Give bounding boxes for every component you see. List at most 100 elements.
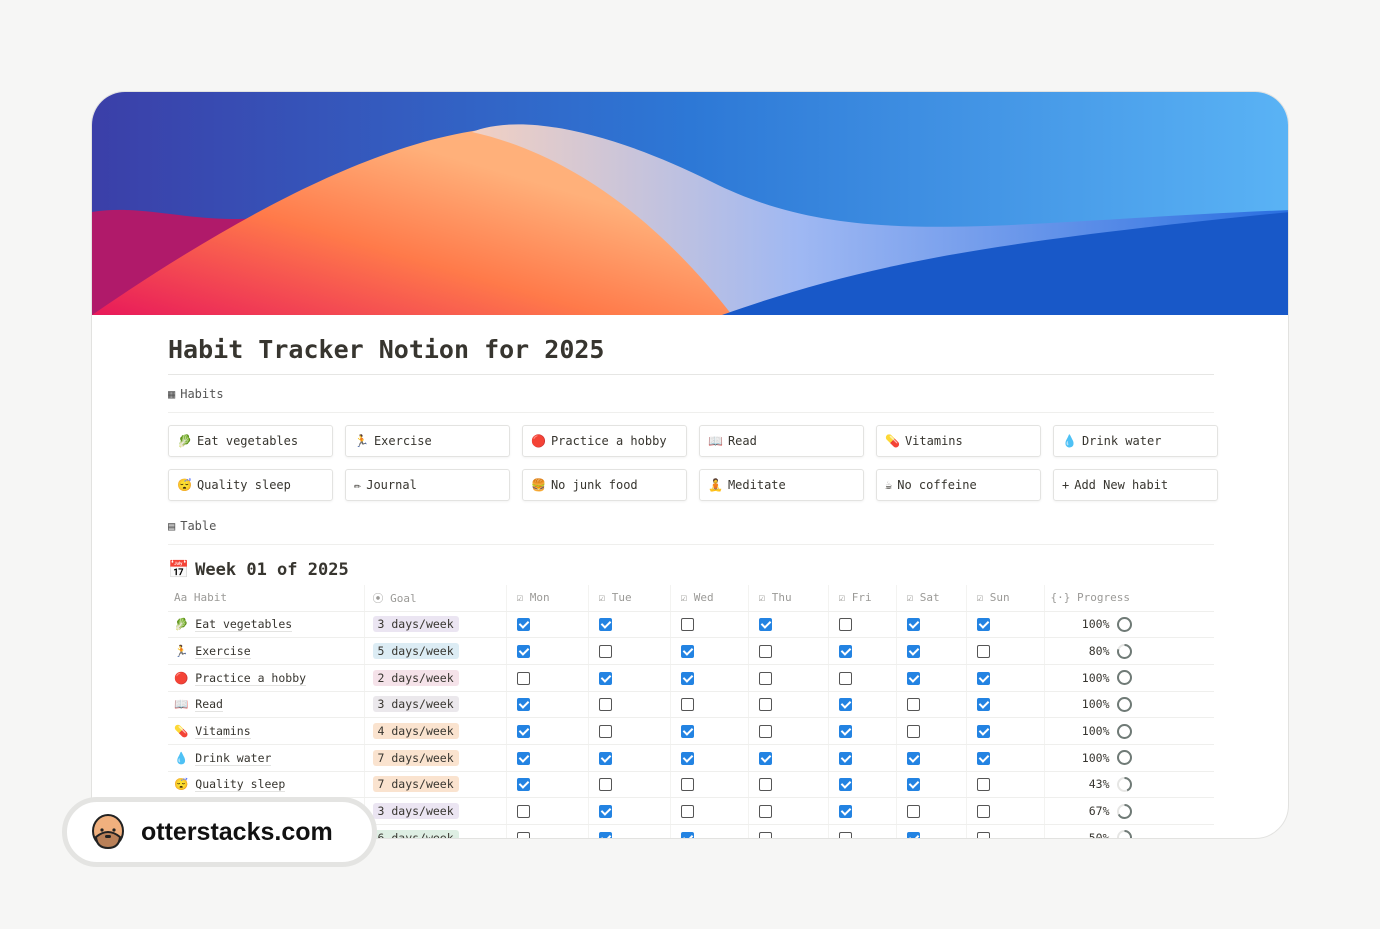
day-checkbox[interactable] xyxy=(680,671,694,685)
day-checkbox[interactable] xyxy=(758,778,772,792)
day-checkbox[interactable] xyxy=(906,778,920,792)
habit-cell[interactable]: 🏃 Exercise xyxy=(168,637,364,665)
habit-button[interactable]: 🔴 Practice a hobby xyxy=(522,425,687,457)
day-checkbox[interactable] xyxy=(758,618,772,632)
habit-cell[interactable]: 💧 Drink water xyxy=(168,744,364,772)
day-checkbox[interactable] xyxy=(680,751,694,765)
habit-button[interactable]: 🥬 Eat vegetables xyxy=(168,425,333,457)
habit-button[interactable]: 🍔 No junk food xyxy=(522,469,687,501)
day-checkbox[interactable] xyxy=(516,751,530,765)
day-checkbox[interactable] xyxy=(680,778,694,792)
day-checkbox[interactable] xyxy=(976,645,990,659)
day-checkbox[interactable] xyxy=(598,725,612,739)
column-header-progress[interactable]: {·} Progress xyxy=(1043,585,1214,612)
day-checkbox[interactable] xyxy=(838,645,852,659)
day-checkbox[interactable] xyxy=(758,698,772,712)
goal-cell[interactable]: 4 days/week xyxy=(363,717,506,745)
day-checkbox[interactable] xyxy=(906,671,920,685)
day-checkbox[interactable] xyxy=(758,751,772,765)
habit-cell[interactable]: 💊 Vitamins xyxy=(168,717,364,745)
goal-cell[interactable]: 7 days/week xyxy=(363,771,506,799)
column-header-habit[interactable]: Aa Habit xyxy=(168,585,364,612)
day-checkbox[interactable] xyxy=(758,831,772,838)
habit-button[interactable]: 📖 Read xyxy=(699,425,864,457)
day-checkbox[interactable] xyxy=(598,778,612,792)
habit-cell[interactable]: 🥬 Eat vegetables xyxy=(168,611,364,639)
table-view-label[interactable]: ▤ Table xyxy=(168,507,1214,545)
day-checkbox[interactable] xyxy=(976,698,990,712)
column-header-day[interactable]: ☑ Wed xyxy=(669,585,748,612)
day-checkbox[interactable] xyxy=(516,671,530,685)
column-header-day[interactable]: ☑ Thu xyxy=(747,585,828,612)
day-checkbox[interactable] xyxy=(976,831,990,838)
habit-button[interactable]: ☕ No coffeine xyxy=(876,469,1041,501)
habit-button[interactable]: 🏃 Exercise xyxy=(345,425,510,457)
day-checkbox[interactable] xyxy=(680,831,694,838)
day-checkbox[interactable] xyxy=(906,698,920,712)
day-checkbox[interactable] xyxy=(906,725,920,739)
day-checkbox[interactable] xyxy=(680,725,694,739)
day-checkbox[interactable] xyxy=(906,831,920,838)
day-checkbox[interactable] xyxy=(680,698,694,712)
day-checkbox[interactable] xyxy=(680,805,694,819)
column-header-day[interactable]: ☑ Sat xyxy=(895,585,966,612)
column-header-day[interactable]: ☑ Mon xyxy=(505,585,588,612)
day-checkbox[interactable] xyxy=(758,725,772,739)
goal-cell[interactable]: 3 days/week xyxy=(363,797,506,825)
day-checkbox[interactable] xyxy=(758,671,772,685)
day-checkbox[interactable] xyxy=(838,831,852,838)
day-checkbox[interactable] xyxy=(758,645,772,659)
day-checkbox[interactable] xyxy=(516,831,530,838)
habit-cell[interactable]: 📖 Read xyxy=(168,691,364,719)
day-checkbox[interactable] xyxy=(838,698,852,712)
column-header-day[interactable]: ☑ Sun xyxy=(965,585,1044,612)
day-checkbox[interactable] xyxy=(598,831,612,838)
goal-cell[interactable]: 2 days/week xyxy=(363,664,506,692)
day-checkbox[interactable] xyxy=(598,645,612,659)
habit-button[interactable]: + Add New habit xyxy=(1053,469,1218,501)
day-checkbox[interactable] xyxy=(516,698,530,712)
goal-cell[interactable]: 3 days/week xyxy=(363,611,506,639)
goal-cell[interactable]: 7 days/week xyxy=(363,744,506,772)
day-checkbox[interactable] xyxy=(838,618,852,632)
day-checkbox[interactable] xyxy=(516,618,530,632)
day-checkbox[interactable] xyxy=(516,805,530,819)
day-checkbox[interactable] xyxy=(976,725,990,739)
day-checkbox[interactable] xyxy=(516,645,530,659)
goal-cell[interactable]: 3 days/week xyxy=(363,691,506,719)
column-header-day[interactable]: ☑ Fri xyxy=(827,585,896,612)
day-checkbox[interactable] xyxy=(516,725,530,739)
day-checkbox[interactable] xyxy=(976,805,990,819)
day-checkbox[interactable] xyxy=(906,618,920,632)
column-header-goal[interactable]: ⦿ Goal xyxy=(363,585,506,612)
day-checkbox[interactable] xyxy=(838,751,852,765)
day-checkbox[interactable] xyxy=(598,698,612,712)
day-checkbox[interactable] xyxy=(598,751,612,765)
day-checkbox[interactable] xyxy=(598,671,612,685)
day-checkbox[interactable] xyxy=(838,778,852,792)
day-checkbox[interactable] xyxy=(680,645,694,659)
goal-cell[interactable]: 6 days/week xyxy=(363,824,506,838)
column-header-day[interactable]: ☑ Tue xyxy=(587,585,670,612)
habit-button[interactable]: 💊 Vitamins xyxy=(876,425,1041,457)
day-checkbox[interactable] xyxy=(906,645,920,659)
day-checkbox[interactable] xyxy=(838,725,852,739)
day-checkbox[interactable] xyxy=(906,751,920,765)
day-checkbox[interactable] xyxy=(598,618,612,632)
day-checkbox[interactable] xyxy=(976,751,990,765)
day-checkbox[interactable] xyxy=(976,618,990,632)
habit-button[interactable]: ✏ Journal xyxy=(345,469,510,501)
habit-button[interactable]: 😴 Quality sleep xyxy=(168,469,333,501)
day-checkbox[interactable] xyxy=(598,805,612,819)
day-checkbox[interactable] xyxy=(976,671,990,685)
habit-cell[interactable]: 😴 Quality sleep xyxy=(168,771,364,799)
day-checkbox[interactable] xyxy=(680,618,694,632)
habit-cell[interactable]: 🔴 Practice a hobby xyxy=(168,664,364,692)
goal-cell[interactable]: 5 days/week xyxy=(363,637,506,665)
day-checkbox[interactable] xyxy=(838,671,852,685)
day-checkbox[interactable] xyxy=(976,778,990,792)
habit-button[interactable]: 🧘 Meditate xyxy=(699,469,864,501)
habits-view-label[interactable]: ▦ Habits xyxy=(168,375,1214,413)
day-checkbox[interactable] xyxy=(838,805,852,819)
day-checkbox[interactable] xyxy=(516,778,530,792)
